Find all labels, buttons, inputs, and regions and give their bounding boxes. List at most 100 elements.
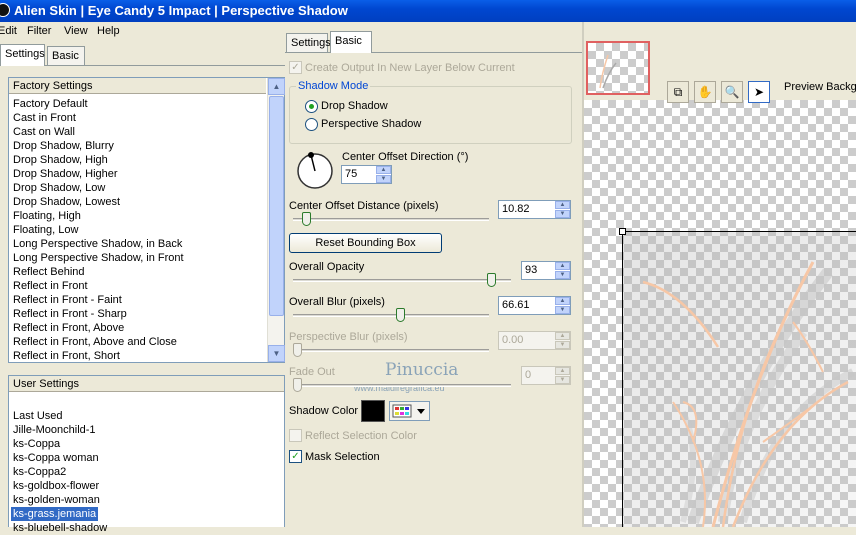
user-preset-item[interactable]: ks-grass.jemania xyxy=(11,507,99,521)
factory-preset-item[interactable]: Drop Shadow, Higher xyxy=(13,167,118,181)
shadow-color-swatch[interactable] xyxy=(361,400,385,422)
toggle-preview-icon[interactable]: ⧉ xyxy=(667,81,689,103)
factory-preset-item[interactable]: Drop Shadow, Lowest xyxy=(13,195,120,209)
distance-input[interactable]: 10.82 ▲ ▼ xyxy=(498,200,571,219)
user-preset-item[interactable]: ks-Coppa woman xyxy=(13,451,99,465)
fade-out-slider-thumb[interactable] xyxy=(293,378,302,392)
reset-bounding-box-button[interactable]: Reset Bounding Box xyxy=(289,233,442,253)
factory-preset-item[interactable]: Reflect in Front, Above and Close xyxy=(13,335,177,349)
persp-blur-label: Perspective Blur (pixels) xyxy=(289,331,408,343)
scroll-thumb[interactable] xyxy=(269,96,284,316)
spin-down-icon[interactable]: ▼ xyxy=(376,175,391,183)
menu-view[interactable]: View xyxy=(64,25,88,37)
spin-down-icon[interactable]: ▼ xyxy=(555,210,570,218)
navigator-thumbnail[interactable] xyxy=(586,41,650,95)
factory-scrollbar[interactable]: ▲ ▼ xyxy=(267,78,285,362)
drop-shadow-radio[interactable] xyxy=(305,100,318,113)
zoom-icon[interactable]: 🔍 xyxy=(721,81,743,103)
factory-preset-item[interactable]: Reflect in Front - Sharp xyxy=(13,307,127,321)
factory-preset-item[interactable]: Drop Shadow, Low xyxy=(13,181,105,195)
user-preset-item[interactable]: Jille-Moonchild-1 xyxy=(13,423,96,437)
factory-preset-item[interactable]: Factory Default xyxy=(13,97,88,111)
blur-slider-thumb[interactable] xyxy=(395,308,405,322)
factory-preset-item[interactable]: Floating, Low xyxy=(13,223,78,237)
reflect-selection-label: Reflect Selection Color xyxy=(305,430,417,442)
spin-up-icon[interactable]: ▲ xyxy=(555,297,570,305)
title-bar: Alien Skin | Eye Candy 5 Impact | Perspe… xyxy=(0,0,856,22)
user-preset-item[interactable]: ks-goldbox-flower xyxy=(13,479,99,493)
create-output-checkbox[interactable]: ✓ xyxy=(289,61,302,74)
hand-icon[interactable]: ✋ xyxy=(694,81,716,103)
spin-up-icon[interactable]: ▲ xyxy=(555,332,570,340)
persp-blur-slider-thumb[interactable] xyxy=(293,343,302,357)
factory-preset-item[interactable]: Reflect in Front, Above xyxy=(13,321,124,335)
factory-preset-item[interactable]: Reflect in Front - Faint xyxy=(13,293,122,307)
menu-edit[interactable]: Edit xyxy=(0,25,17,37)
shadow-mode-label: Shadow Mode xyxy=(296,80,371,92)
menu-help[interactable]: Help xyxy=(97,25,120,37)
perspective-shadow-label: Perspective Shadow xyxy=(321,118,422,130)
tab-basic-left[interactable]: Basic xyxy=(47,46,85,66)
fade-out-slider[interactable] xyxy=(293,384,511,387)
factory-preset-item[interactable]: Long Perspective Shadow, in Back xyxy=(13,237,182,251)
window-title: Alien Skin | Eye Candy 5 Impact | Perspe… xyxy=(14,3,348,18)
user-preset-item[interactable]: ks-Coppa2 xyxy=(13,465,66,479)
spin-down-icon[interactable]: ▼ xyxy=(555,376,570,384)
create-output-label: Create Output In New Layer Below Current xyxy=(305,62,515,74)
mask-selection-label: Mask Selection xyxy=(305,451,380,463)
spin-up-icon[interactable]: ▲ xyxy=(555,367,570,375)
factory-preset-item[interactable]: Cast on Wall xyxy=(13,125,75,139)
direction-label: Center Offset Direction (°) xyxy=(342,151,469,163)
tab-settings-mid[interactable]: Settings xyxy=(286,33,331,53)
spin-up-icon[interactable]: ▲ xyxy=(376,166,391,174)
persp-blur-input[interactable]: 0.00 ▲ ▼ xyxy=(498,331,571,350)
factory-preset-item[interactable]: Floating, High xyxy=(13,209,81,223)
distance-slider-thumb[interactable] xyxy=(302,212,312,226)
preview-background-label: Preview Backg xyxy=(784,81,856,93)
user-settings-list: User Settings Last Used Jille-Moonchild-1… xyxy=(8,375,285,534)
menu-bar: Edit Filter View Help xyxy=(0,22,285,42)
factory-preset-item[interactable]: Reflect in Front xyxy=(13,279,88,293)
scroll-down-icon[interactable]: ▼ xyxy=(268,345,285,362)
mask-selection-checkbox[interactable]: ✓ xyxy=(289,450,302,463)
spin-down-icon[interactable]: ▼ xyxy=(555,271,570,279)
persp-blur-slider[interactable] xyxy=(293,349,489,352)
color-picker-dropdown[interactable] xyxy=(389,401,430,421)
user-preset-item[interactable]: ks-golden-woman xyxy=(13,493,100,507)
blur-input[interactable]: 66.61 ▲ ▼ xyxy=(498,296,571,315)
opacity-label: Overall Opacity xyxy=(289,261,365,273)
blur-slider[interactable] xyxy=(293,314,489,317)
factory-preset-item[interactable]: Drop Shadow, High xyxy=(13,153,108,167)
factory-preset-item[interactable]: Cast in Front xyxy=(13,111,76,125)
scroll-up-icon[interactable]: ▲ xyxy=(268,78,285,95)
direction-dial[interactable] xyxy=(295,151,335,191)
fade-out-input[interactable]: 0 ▲ ▼ xyxy=(521,366,571,385)
menu-filter[interactable]: Filter xyxy=(27,25,51,37)
reflect-selection-checkbox[interactable] xyxy=(289,429,302,442)
distance-slider[interactable] xyxy=(293,218,489,221)
preview-grass-artwork xyxy=(642,261,855,527)
user-preset-item[interactable]: ks-bluebell-shadow xyxy=(13,521,107,535)
spin-up-icon[interactable]: ▲ xyxy=(555,262,570,270)
factory-preset-item[interactable]: Reflect in Front, Short xyxy=(13,349,120,363)
perspective-shadow-radio[interactable] xyxy=(305,118,318,131)
distance-label: Center Offset Distance (pixels) xyxy=(289,200,439,212)
app-icon xyxy=(0,3,10,17)
factory-preset-item[interactable]: Drop Shadow, Blurry xyxy=(13,139,114,153)
watermark-name: Pinuccia xyxy=(385,360,459,380)
user-preset-item[interactable]: Last Used xyxy=(13,409,63,423)
user-preset-item[interactable]: ks-Coppa xyxy=(13,437,60,451)
tab-basic-mid[interactable]: Basic xyxy=(330,31,372,53)
spin-up-icon[interactable]: ▲ xyxy=(555,201,570,209)
factory-preset-item[interactable]: Long Perspective Shadow, in Front xyxy=(13,251,184,265)
opacity-slider-thumb[interactable] xyxy=(487,273,497,287)
opacity-input[interactable]: 93 ▲ ▼ xyxy=(521,261,571,280)
tab-settings-left[interactable]: Settings xyxy=(0,44,45,66)
direction-input[interactable]: 75 ▲ ▼ xyxy=(341,165,392,184)
opacity-slider[interactable] xyxy=(293,279,511,282)
spin-down-icon[interactable]: ▼ xyxy=(555,341,570,349)
factory-preset-item[interactable]: Reflect Behind xyxy=(13,265,85,279)
arrow-icon[interactable]: ➤ xyxy=(748,81,770,103)
factory-settings-header: Factory Settings xyxy=(9,78,266,94)
spin-down-icon[interactable]: ▼ xyxy=(555,306,570,314)
